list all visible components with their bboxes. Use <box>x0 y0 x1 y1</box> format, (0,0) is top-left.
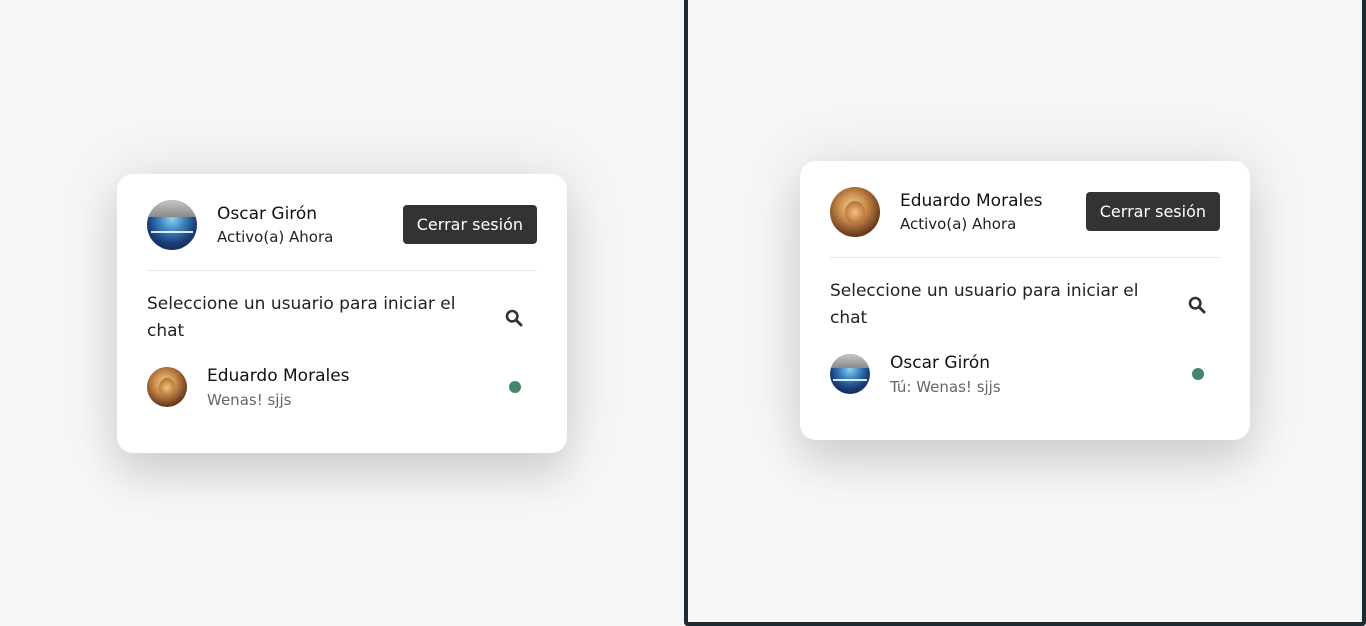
screen: Oscar Girón Activo(a) Ahora Cerrar sesió… <box>0 0 1366 626</box>
user-list-item[interactable]: Eduardo Morales Wenas! sjjs <box>147 363 537 411</box>
search-bar: Seleccione un usuario para iniciar el ch… <box>147 291 537 345</box>
user-header: Eduardo Morales Activo(a) Ahora Cerrar s… <box>830 186 1220 258</box>
left-browser-pane: Oscar Girón Activo(a) Ahora Cerrar sesió… <box>0 0 683 626</box>
user-name: Oscar Girón <box>890 353 991 373</box>
current-user-status: Activo(a) Ahora <box>217 227 334 246</box>
current-user-name: Oscar Girón <box>217 203 318 224</box>
online-status-dot <box>1192 368 1204 380</box>
right-browser-window: Eduardo Morales Activo(a) Ahora Cerrar s… <box>684 0 1366 626</box>
current-user-avatar <box>830 186 880 237</box>
current-user-status: Activo(a) Ahora <box>900 214 1017 233</box>
current-user-avatar <box>147 199 197 250</box>
logout-button[interactable]: Cerrar sesión <box>402 205 537 244</box>
search-icon <box>505 309 523 327</box>
user-list-item[interactable]: Oscar Girón Tú: Wenas! sjjs <box>830 350 1220 398</box>
search-prompt: Seleccione un usuario para iniciar el ch… <box>830 281 1139 328</box>
search-button[interactable] <box>499 303 529 333</box>
current-user-name: Eduardo Morales <box>900 190 1043 211</box>
current-user-details: Oscar Girón Activo(a) Ahora <box>217 202 403 248</box>
search-bar: Seleccione un usuario para iniciar el ch… <box>830 278 1220 332</box>
user-details: Oscar Girón Tú: Wenas! sjjs <box>890 350 1192 398</box>
chat-users-card: Oscar Girón Activo(a) Ahora Cerrar sesió… <box>117 174 567 453</box>
user-last-message: Wenas! sjjs <box>207 391 292 409</box>
user-avatar <box>830 354 870 394</box>
chat-users-card: Eduardo Morales Activo(a) Ahora Cerrar s… <box>800 161 1250 440</box>
user-last-message: Tú: Wenas! sjjs <box>890 378 1001 396</box>
search-icon <box>1188 296 1206 314</box>
search-prompt: Seleccione un usuario para iniciar el ch… <box>147 294 456 341</box>
user-details: Eduardo Morales Wenas! sjjs <box>207 363 509 411</box>
search-button[interactable] <box>1182 290 1212 320</box>
user-name: Eduardo Morales <box>207 366 350 386</box>
online-status-dot <box>509 381 521 393</box>
user-avatar <box>147 367 187 407</box>
logout-button[interactable]: Cerrar sesión <box>1085 192 1220 231</box>
current-user-details: Eduardo Morales Activo(a) Ahora <box>900 189 1086 235</box>
user-header: Oscar Girón Activo(a) Ahora Cerrar sesió… <box>147 199 537 271</box>
